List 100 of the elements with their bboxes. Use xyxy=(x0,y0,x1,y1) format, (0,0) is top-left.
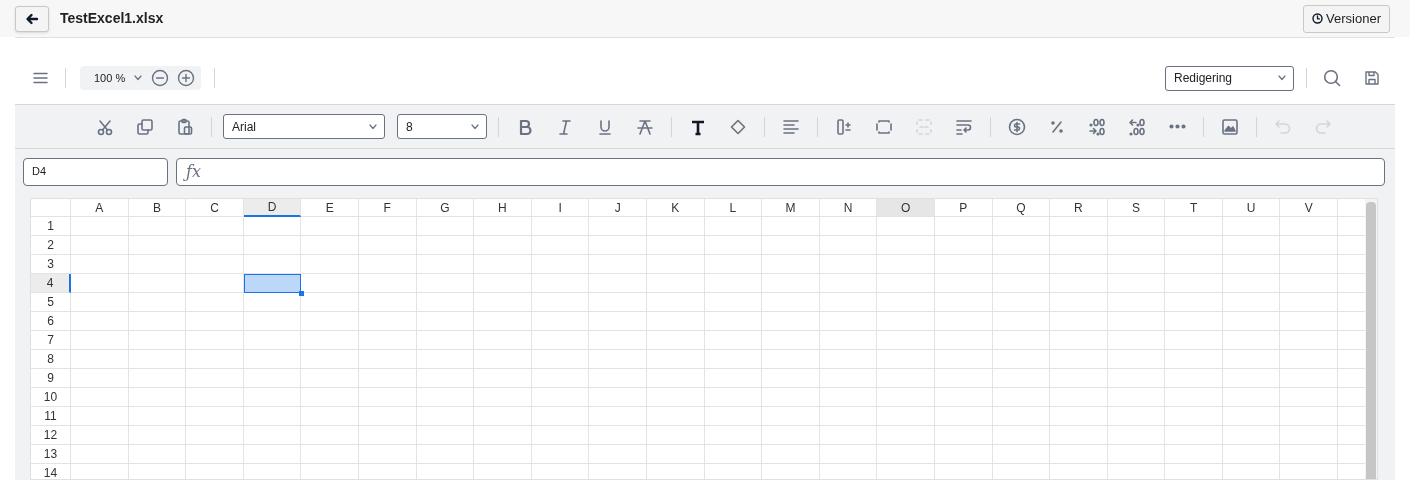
grid-cell[interactable] xyxy=(128,445,187,464)
grid-cell[interactable] xyxy=(416,217,475,236)
grid-cell[interactable] xyxy=(128,255,187,274)
grid-cell[interactable] xyxy=(589,217,647,236)
grid-cell[interactable] xyxy=(1222,350,1281,369)
grid-cell[interactable] xyxy=(531,255,590,274)
grid-cell[interactable] xyxy=(589,388,647,407)
grid-cell[interactable] xyxy=(877,217,935,236)
grid-cell[interactable] xyxy=(704,369,763,388)
grid-cell[interactable] xyxy=(186,407,244,426)
grid-cell[interactable] xyxy=(71,293,129,312)
grid-cell[interactable] xyxy=(416,331,475,350)
grid-cell[interactable] xyxy=(531,312,590,331)
grid-cell[interactable] xyxy=(877,255,935,274)
grid-cell[interactable] xyxy=(1165,388,1223,407)
grid-cell[interactable] xyxy=(762,312,820,331)
grid-cell[interactable] xyxy=(301,350,359,369)
grid-cell[interactable] xyxy=(1107,350,1166,369)
grid-cell[interactable] xyxy=(416,388,475,407)
font-size-select[interactable]: 8 xyxy=(397,114,487,139)
grid-cell[interactable] xyxy=(589,369,647,388)
grid-cell[interactable] xyxy=(128,426,187,445)
grid-cell[interactable] xyxy=(186,445,244,464)
zoom-out-button[interactable] xyxy=(151,69,170,87)
grid-cell[interactable] xyxy=(762,255,820,274)
grid-cell[interactable] xyxy=(474,369,532,388)
grid-cell[interactable] xyxy=(589,331,647,350)
grid-cell[interactable] xyxy=(243,236,302,255)
grid-cell[interactable] xyxy=(762,236,820,255)
grid-cell[interactable] xyxy=(1280,312,1339,331)
grid-cell[interactable] xyxy=(992,217,1051,236)
grid-cell[interactable] xyxy=(474,350,532,369)
grid-cell[interactable] xyxy=(934,445,993,464)
grid-cell[interactable] xyxy=(1280,426,1339,445)
grid-cell[interactable] xyxy=(1165,369,1223,388)
grid-cell[interactable] xyxy=(186,255,244,274)
grid-cell[interactable] xyxy=(819,426,878,445)
grid-cell[interactable] xyxy=(474,255,532,274)
grid-cell[interactable] xyxy=(877,312,935,331)
grid-cell[interactable] xyxy=(589,445,647,464)
grid-cell[interactable] xyxy=(186,217,244,236)
grid-cell[interactable] xyxy=(819,331,878,350)
grid-cell[interactable] xyxy=(1280,274,1339,293)
grid-cell[interactable] xyxy=(934,236,993,255)
grid-cell[interactable] xyxy=(71,388,129,407)
grid-cell[interactable] xyxy=(877,274,935,293)
grid-cell[interactable] xyxy=(474,217,532,236)
grid-cell[interactable] xyxy=(358,217,417,236)
grid-cell[interactable] xyxy=(762,407,820,426)
font-select[interactable]: Arial xyxy=(223,114,385,139)
grid-cell[interactable] xyxy=(762,369,820,388)
grid-cell[interactable] xyxy=(704,350,763,369)
grid-cell[interactable] xyxy=(128,331,187,350)
grid-cell[interactable] xyxy=(301,236,359,255)
grid-cell[interactable] xyxy=(531,293,590,312)
grid-cell[interactable] xyxy=(301,217,359,236)
grid-cell[interactable] xyxy=(186,312,244,331)
corner-cell[interactable] xyxy=(31,199,71,217)
grid-cell[interactable] xyxy=(1165,293,1223,312)
grid-cell[interactable] xyxy=(416,369,475,388)
grid-cell[interactable] xyxy=(819,350,878,369)
grid-cell[interactable] xyxy=(186,369,244,388)
grid-cell[interactable] xyxy=(589,350,647,369)
grid-cell[interactable] xyxy=(819,407,878,426)
grid-cell[interactable] xyxy=(589,426,647,445)
grid-cell[interactable] xyxy=(992,388,1051,407)
grid-cell[interactable] xyxy=(531,407,590,426)
grid-cell[interactable] xyxy=(877,445,935,464)
grid-cell[interactable] xyxy=(474,388,532,407)
grid-cell[interactable] xyxy=(243,350,302,369)
grid-cell[interactable] xyxy=(762,388,820,407)
grid-cell[interactable] xyxy=(71,217,129,236)
grid-cell[interactable] xyxy=(762,217,820,236)
grid-cell[interactable] xyxy=(704,217,763,236)
grid-cell[interactable] xyxy=(1280,255,1339,274)
grid-cell[interactable] xyxy=(934,426,993,445)
grid-cell[interactable] xyxy=(762,293,820,312)
grid-cell[interactable] xyxy=(992,426,1051,445)
grid-cell[interactable] xyxy=(474,312,532,331)
grid-cell[interactable] xyxy=(646,255,705,274)
grid-cell[interactable] xyxy=(589,293,647,312)
grid-cell[interactable] xyxy=(1050,388,1108,407)
grid-cell[interactable] xyxy=(71,312,129,331)
grid-cell[interactable] xyxy=(992,274,1051,293)
grid-cell[interactable] xyxy=(1222,274,1281,293)
grid-cell[interactable] xyxy=(1222,331,1281,350)
grid-cell[interactable] xyxy=(589,255,647,274)
grid-cell[interactable] xyxy=(1280,217,1339,236)
grid-cell[interactable] xyxy=(531,274,590,293)
grid-cell[interactable] xyxy=(416,255,475,274)
grid-cell[interactable] xyxy=(646,388,705,407)
grid-cell[interactable] xyxy=(646,350,705,369)
grid-cell[interactable] xyxy=(704,426,763,445)
grid-cell[interactable] xyxy=(128,388,187,407)
grid-cell[interactable] xyxy=(762,445,820,464)
grid-cell[interactable] xyxy=(1222,407,1281,426)
grid-cell[interactable] xyxy=(877,350,935,369)
grid-cell[interactable] xyxy=(1165,312,1223,331)
versions-button[interactable]: Versioner xyxy=(1303,4,1390,33)
grid-cell[interactable] xyxy=(934,255,993,274)
